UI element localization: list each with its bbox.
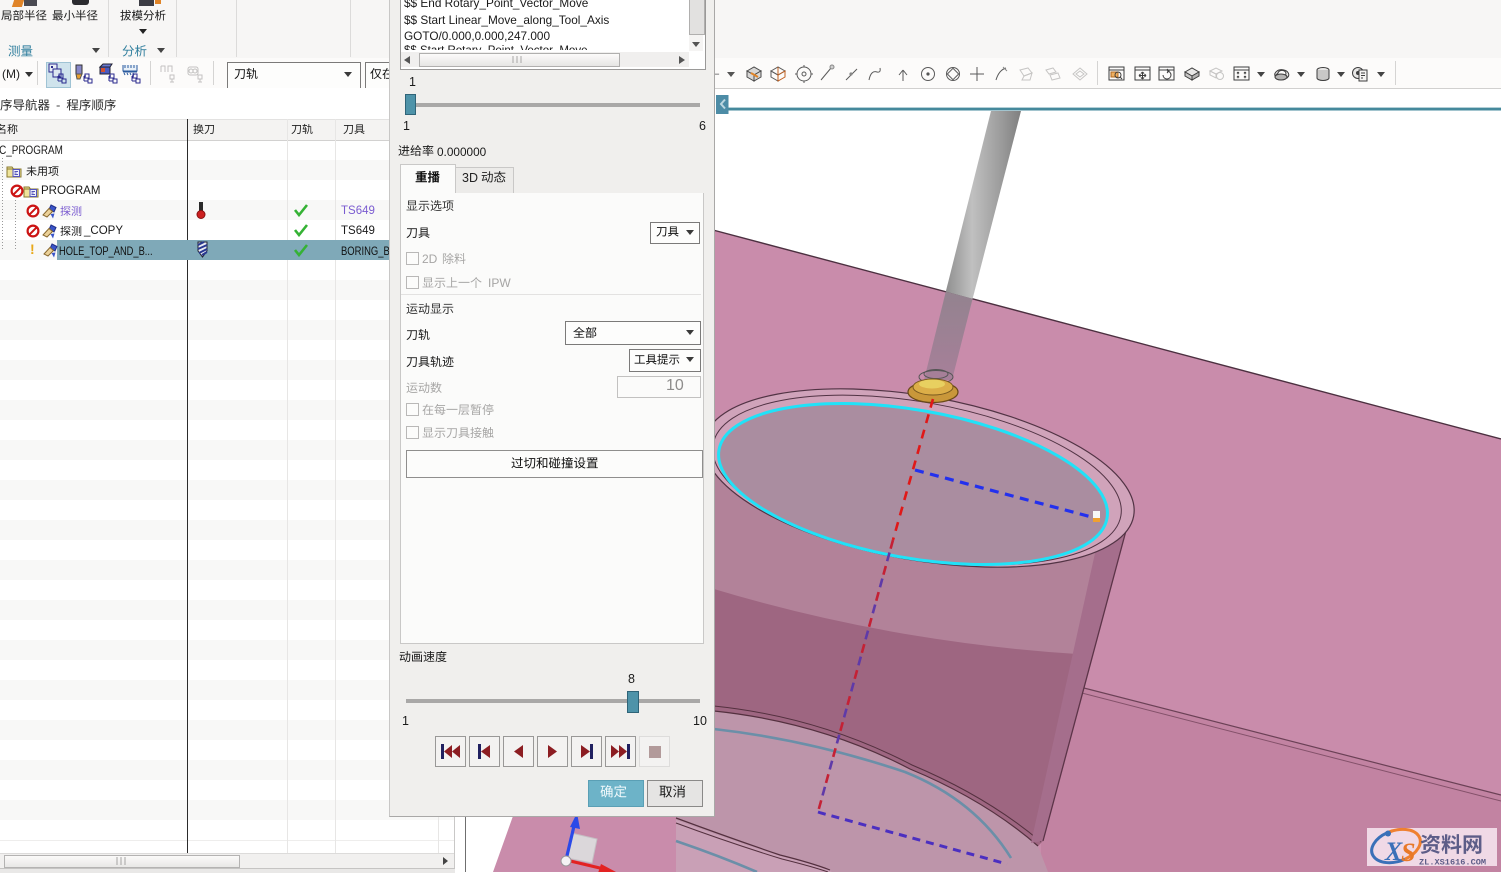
svg-text:ZL.XS1616.COM: ZL.XS1616.COM [1419, 858, 1486, 868]
svg-text:S: S [1401, 838, 1415, 867]
